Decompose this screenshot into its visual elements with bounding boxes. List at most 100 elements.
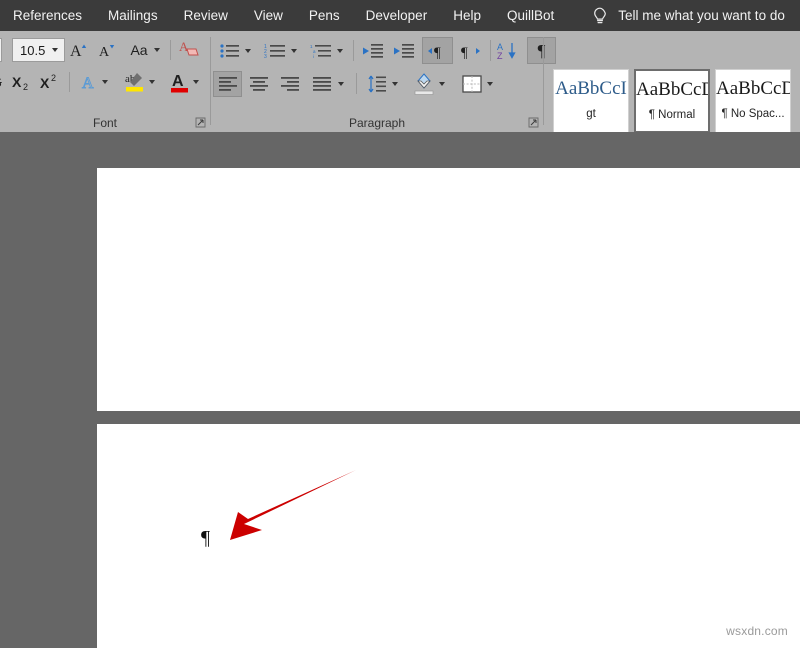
show-formatting-marks-button[interactable]: ¶ <box>527 37 556 64</box>
multilevel-list-icon: 1 a i <box>310 43 332 59</box>
style-name: ¶ Normal <box>636 109 708 121</box>
ribbon-tab-bar: References Mailings Review View Pens Dev… <box>0 0 800 31</box>
svg-text:A: A <box>172 73 184 90</box>
svg-text:X: X <box>40 75 50 91</box>
shading-button[interactable] <box>407 69 451 98</box>
divider <box>170 40 171 60</box>
font-color-button[interactable]: A <box>164 68 204 96</box>
justify-button[interactable] <box>306 71 350 97</box>
tab-mailings[interactable]: Mailings <box>95 0 171 31</box>
tab-review[interactable]: Review <box>171 0 241 31</box>
paragraph-mark: ¶ <box>201 528 210 548</box>
svg-text:A: A <box>99 45 110 59</box>
shrink-font-button[interactable]: A <box>94 38 120 62</box>
tab-developer[interactable]: Developer <box>353 0 441 31</box>
strikethrough-button[interactable]: S <box>0 70 8 94</box>
font-dialog-launcher-icon[interactable] <box>195 117 206 128</box>
increase-indent-button[interactable] <box>389 38 419 63</box>
tab-pens[interactable]: Pens <box>296 0 353 31</box>
text-highlight-color-button[interactable]: ab <box>118 68 160 96</box>
divider <box>490 40 491 61</box>
chevron-down-icon <box>487 82 493 86</box>
styles-gallery: AaBbCcI gt AaBbCcD ¶ Normal AaBbCcD ¶ No… <box>548 69 800 133</box>
svg-text:A: A <box>70 43 82 59</box>
group-divider <box>543 37 544 125</box>
sort-icon: A Z <box>497 41 519 61</box>
align-center-icon <box>249 76 269 92</box>
numbering-icon: 1 2 3 <box>264 43 286 59</box>
chevron-down-icon <box>193 80 199 84</box>
grow-font-button[interactable]: A <box>66 38 92 62</box>
ltr-text-direction-button[interactable]: ¶ <box>422 37 453 64</box>
document-canvas[interactable] <box>0 132 800 648</box>
align-right-button[interactable] <box>275 71 304 97</box>
style-sample: AaBbCcI <box>554 78 628 100</box>
rtl-text-direction-icon: ¶ <box>460 43 482 59</box>
clear-formatting-icon: A <box>178 39 202 61</box>
ltr-text-direction-icon: ¶ <box>427 43 449 59</box>
change-case-button[interactable]: Aa <box>124 38 166 62</box>
borders-icon <box>461 73 483 95</box>
style-tile-no-spacing[interactable]: AaBbCcD ¶ No Spac... <box>715 69 791 133</box>
chevron-down-icon <box>338 82 344 86</box>
align-center-button[interactable] <box>244 71 273 97</box>
bullets-button[interactable] <box>215 38 255 63</box>
divider <box>353 40 354 61</box>
font-size-combo[interactable]: 10.5 <box>12 38 65 62</box>
tab-quillbot[interactable]: QuillBot <box>494 0 567 31</box>
style-tile-gt[interactable]: AaBbCcI gt <box>553 69 629 133</box>
change-case-icon: Aa <box>130 43 147 57</box>
borders-button[interactable] <box>455 69 499 98</box>
chevron-down-icon <box>52 48 58 52</box>
superscript-icon: X 2 <box>40 73 62 91</box>
shrink-font-icon: A <box>98 41 117 59</box>
style-tile-normal[interactable]: AaBbCcD ¶ Normal <box>634 69 710 133</box>
ribbon-group-paragraph: 1 2 3 1 a i <box>211 31 543 132</box>
text-effects-icon: A <box>80 73 98 91</box>
rtl-text-direction-button[interactable]: ¶ <box>455 37 486 64</box>
text-effects-button[interactable]: A <box>74 70 114 94</box>
chevron-down-icon <box>149 80 155 84</box>
strikethrough-icon: S <box>0 75 2 89</box>
font-name-combo[interactable] <box>0 38 2 62</box>
clear-formatting-button[interactable]: A <box>176 37 204 63</box>
increase-indent-icon <box>393 43 415 59</box>
multilevel-list-button[interactable]: 1 a i <box>305 38 347 63</box>
style-name: ¶ No Spac... <box>716 108 790 120</box>
tab-references[interactable]: References <box>0 0 95 31</box>
chevron-down-icon <box>245 49 251 53</box>
subscript-button[interactable]: X 2 <box>10 70 36 94</box>
ribbon-group-font: 10.5 A A Aa <box>0 31 210 132</box>
tell-me-label: Tell me what you want to do <box>618 8 785 23</box>
tab-view[interactable]: View <box>241 0 296 31</box>
grow-font-icon: A <box>70 41 89 59</box>
superscript-button[interactable]: X 2 <box>38 70 64 94</box>
svg-text:Z: Z <box>497 51 503 61</box>
font-group-label: Font <box>0 116 210 130</box>
svg-text:2: 2 <box>51 73 56 83</box>
paragraph-dialog-launcher-icon[interactable] <box>528 117 539 128</box>
watermark: wsxdn.com <box>726 624 788 638</box>
align-left-button[interactable] <box>213 71 242 97</box>
paragraph-group-label: Paragraph <box>211 116 543 130</box>
line-spacing-button[interactable] <box>361 71 403 97</box>
divider <box>69 72 70 92</box>
chevron-down-icon <box>439 82 445 86</box>
justify-icon <box>312 76 332 92</box>
tab-help[interactable]: Help <box>440 0 494 31</box>
decrease-indent-icon <box>362 43 384 59</box>
svg-text:2: 2 <box>23 82 28 91</box>
chevron-down-icon <box>337 49 343 53</box>
chevron-down-icon <box>102 80 108 84</box>
sort-button[interactable]: A Z <box>494 37 522 64</box>
svg-text:X: X <box>12 74 22 90</box>
svg-text:3: 3 <box>264 54 267 59</box>
numbering-button[interactable]: 1 2 3 <box>259 38 301 63</box>
style-sample: AaBbCcD <box>716 78 790 100</box>
document-page-1[interactable] <box>97 168 800 411</box>
word-window: References Mailings Review View Pens Dev… <box>0 0 800 648</box>
chevron-down-icon <box>154 48 160 52</box>
decrease-indent-button[interactable] <box>358 38 388 63</box>
divider <box>356 73 357 94</box>
tell-me-search[interactable]: Tell me what you want to do <box>591 6 785 26</box>
